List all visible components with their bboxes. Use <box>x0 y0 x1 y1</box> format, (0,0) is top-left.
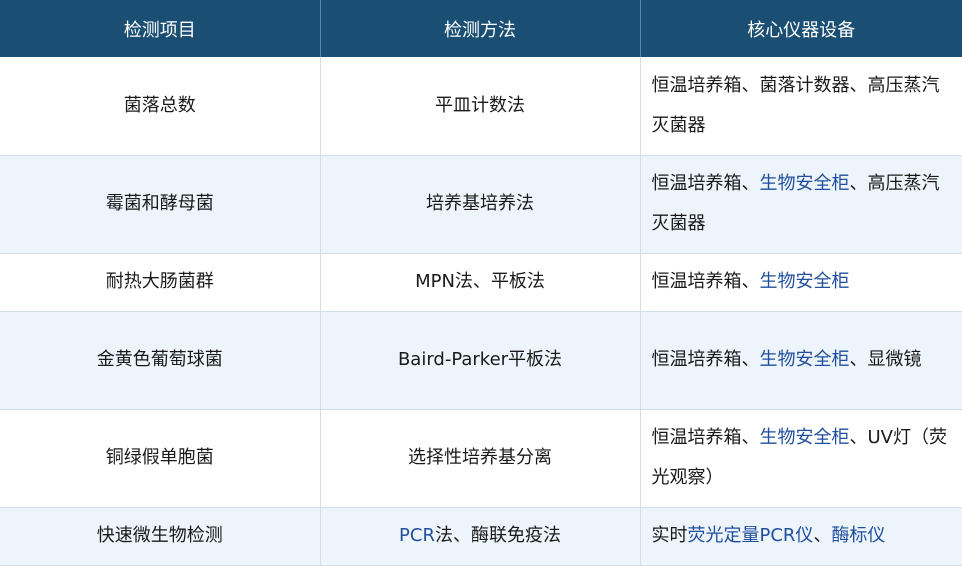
equipment-cell: 实时荧光定量PCR仪、酶标仪 <box>640 507 962 566</box>
test-item-cell: 耐热大肠菌群 <box>0 253 321 312</box>
table-row: 金黄色葡萄球菌 Baird-Parker平板法 恒温培养箱、生物安全柜、显微镜 <box>0 311 962 410</box>
cell-text: 恒温培养箱、 <box>651 271 760 292</box>
header-test-method: 检测方法 <box>320 0 641 57</box>
equipment-link[interactable]: 生物安全柜 <box>760 271 850 292</box>
equipment-cell: 恒温培养箱、生物安全柜、UV灯（荧光观察） <box>640 409 962 508</box>
test-item-cell: 铜绿假单胞菌 <box>0 409 321 508</box>
test-method-cell: MPN法、平板法 <box>320 253 641 312</box>
equipment-link[interactable]: 生物安全柜 <box>760 427 850 448</box>
equipment-link[interactable]: 荧光定量PCR仪 <box>688 525 814 546</box>
test-method-cell: 平皿计数法 <box>320 57 641 156</box>
cell-text: Baird-Parker平板法 <box>397 349 563 370</box>
test-method-cell: PCR法、酶联免疫法 <box>320 507 641 566</box>
header-test-item: 检测项目 <box>0 0 321 57</box>
test-item-cell: 霉菌和酵母菌 <box>0 155 321 254</box>
test-item-cell: 菌落总数 <box>0 57 321 156</box>
cell-text: 实时 <box>651 525 688 546</box>
cell-text: 法、酶联免疫法 <box>434 525 561 546</box>
cell-text: 恒温培养箱、 <box>651 173 760 194</box>
table-row: 霉菌和酵母菌 培养基培养法 恒温培养箱、生物安全柜、高压蒸汽灭菌器 <box>0 155 962 254</box>
cell-text: 、 <box>813 525 832 546</box>
cell-text: 培养基培养法 <box>426 193 534 214</box>
cell-text: 恒温培养箱、菌落计数器、高压蒸汽灭菌器 <box>651 74 940 136</box>
cell-text: 恒温培养箱、 <box>651 349 760 370</box>
test-item-cell: 快速微生物检测 <box>0 507 321 566</box>
table-row: 快速微生物检测 PCR法、酶联免疫法 实时荧光定量PCR仪、酶标仪 <box>0 507 962 566</box>
test-method-cell: 培养基培养法 <box>320 155 641 254</box>
test-method-cell: 选择性培养基分离 <box>320 409 641 508</box>
equipment-link[interactable]: PCR <box>399 525 435 546</box>
cell-text: 恒温培养箱、 <box>651 427 760 448</box>
equipment-link[interactable]: 生物安全柜 <box>760 349 850 370</box>
equipment-link[interactable]: 酶标仪 <box>831 525 885 546</box>
test-item-cell: 金黄色葡萄球菌 <box>0 311 321 410</box>
equipment-link[interactable]: 生物安全柜 <box>760 173 850 194</box>
cell-text: MPN法、平板法 <box>415 271 545 292</box>
table-row: 耐热大肠菌群 MPN法、平板法 恒温培养箱、生物安全柜 <box>0 253 962 312</box>
cell-text: 选择性培养基分离 <box>408 447 552 468</box>
test-method-cell: Baird-Parker平板法 <box>320 311 641 410</box>
equipment-cell: 恒温培养箱、生物安全柜、显微镜 <box>640 311 962 410</box>
testing-table: 检测项目 检测方法 核心仪器设备 菌落总数 平皿计数法 恒温培养箱、菌落计数器、… <box>0 0 962 566</box>
equipment-cell: 恒温培养箱、生物安全柜、高压蒸汽灭菌器 <box>640 155 962 254</box>
header-core-equipment: 核心仪器设备 <box>640 0 962 57</box>
cell-text: 、显微镜 <box>849 349 922 370</box>
table-row: 菌落总数 平皿计数法 恒温培养箱、菌落计数器、高压蒸汽灭菌器 <box>0 57 962 156</box>
equipment-cell: 恒温培养箱、菌落计数器、高压蒸汽灭菌器 <box>640 57 962 156</box>
table-row: 铜绿假单胞菌 选择性培养基分离 恒温培养箱、生物安全柜、UV灯（荧光观察） <box>0 409 962 508</box>
table-header-row: 检测项目 检测方法 核心仪器设备 <box>0 0 962 57</box>
equipment-cell: 恒温培养箱、生物安全柜 <box>640 253 962 312</box>
cell-text: 平皿计数法 <box>435 94 525 116</box>
